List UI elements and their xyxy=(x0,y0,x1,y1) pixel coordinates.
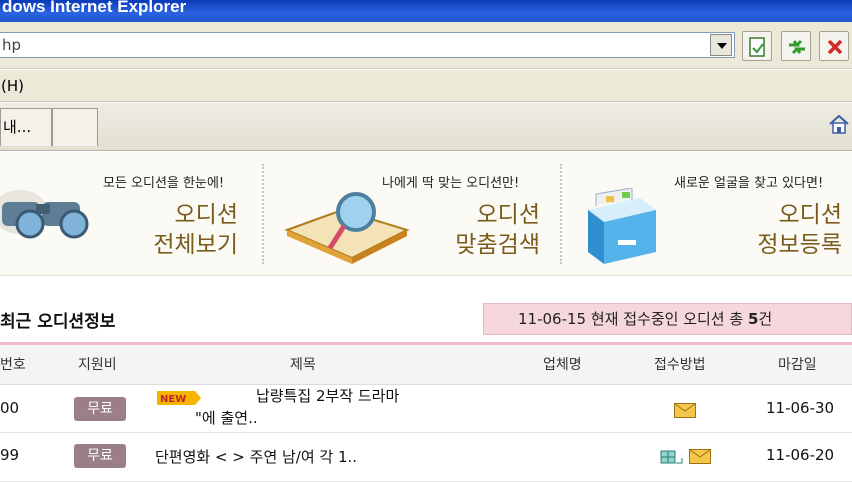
column-number: 번호 xyxy=(0,357,26,373)
banner-divider xyxy=(560,164,562,264)
column-fee: 지원비 xyxy=(78,357,117,373)
column-title: 제목 xyxy=(290,357,316,373)
mail-icon xyxy=(689,449,711,464)
address-toolbar: hp xyxy=(0,22,852,69)
address-input[interactable]: hp xyxy=(0,32,735,58)
table-row[interactable]: 99 무료 단편영화 < > 주연 남/여 각 1.. 11-06-20 xyxy=(0,434,852,482)
status-count: 5 xyxy=(747,310,759,328)
banner-card-register-subtitle: 새로운 얼굴을 찾고 있다면! xyxy=(674,176,824,191)
banner-card-search[interactable]: 나에게 딱 맞는 오디션만! 오디션 맞춤검색 xyxy=(266,152,560,276)
table-row[interactable]: 00 무료 NEW 납량특집 2부작 드라마 "에 출연.. 11-06-30 xyxy=(0,385,852,433)
tab-bar: 내... xyxy=(0,103,852,151)
audition-banner: 모든 오디션을 한눈에! 오디션 전체보기 나에게 딱 맞는 오디션만! 오디션… xyxy=(0,152,852,276)
address-dropdown-button[interactable] xyxy=(710,34,732,56)
magnifier-book-icon xyxy=(284,192,410,264)
fee-badge: 무료 xyxy=(74,444,126,468)
banner-divider xyxy=(262,164,264,264)
tab-new[interactable] xyxy=(52,108,98,146)
fee-badge: 무료 xyxy=(74,397,126,421)
row-deadline: 11-06-20 xyxy=(766,446,835,464)
go-button[interactable] xyxy=(742,31,772,61)
binoculars-icon xyxy=(0,190,89,239)
banner-card-all[interactable]: 모든 오디션을 한눈에! 오디션 전체보기 xyxy=(0,152,262,276)
section-title: 최근 오디션정보 xyxy=(0,312,116,332)
window-title: dows Internet Explorer xyxy=(0,0,852,22)
new-badge-label: NEW xyxy=(160,394,186,405)
menu-bar: (H) xyxy=(0,70,852,102)
banner-card-all-subtitle: 모든 오디션을 한눈에! xyxy=(103,176,225,191)
refresh-button[interactable] xyxy=(781,31,811,61)
close-icon xyxy=(827,39,843,55)
row-number: 00 xyxy=(0,399,20,417)
banner-card-search-title: 오디션 맞춤검색 xyxy=(455,202,540,258)
banner-card-register[interactable]: 새로운 얼굴을 찾고 있다면! 오디션 정보등록 xyxy=(564,152,852,276)
column-deadline: 마감일 xyxy=(778,357,817,373)
column-method: 접수방법 xyxy=(654,357,706,373)
banner-card-register-title: 오디션 정보등록 xyxy=(757,202,842,258)
menu-item-help[interactable]: (H) xyxy=(1,77,24,95)
stop-button[interactable] xyxy=(819,31,849,61)
banner-card-search-subtitle: 나에게 딱 맞는 오디션만! xyxy=(382,176,520,191)
status-banner: 11-06-15 현재 접수중인 오디션 총 5건 xyxy=(483,303,852,335)
tab-current[interactable]: 내... xyxy=(0,108,52,146)
visit-icon xyxy=(660,450,683,464)
banner-card-all-title: 오디션 전체보기 xyxy=(153,202,238,258)
row-title[interactable]: 납량특집 2부작 드라마 xyxy=(256,385,399,406)
go-page-icon xyxy=(749,37,765,57)
refresh-icon xyxy=(789,39,805,55)
new-badge-icon: NEW xyxy=(157,391,201,405)
column-company: 업체명 xyxy=(543,357,582,373)
table-header: 번호 지원비 제목 업체명 접수방법 마감일 xyxy=(0,345,852,385)
row-number: 99 xyxy=(0,446,20,464)
row-title-cont[interactable]: "에 출연.. xyxy=(195,407,258,428)
file-cabinet-icon xyxy=(588,188,656,264)
row-title[interactable]: 단편영화 < > 주연 남/여 각 1.. xyxy=(155,446,357,467)
mail-icon xyxy=(674,403,696,418)
home-icon[interactable] xyxy=(828,113,850,135)
row-deadline: 11-06-30 xyxy=(766,399,835,417)
